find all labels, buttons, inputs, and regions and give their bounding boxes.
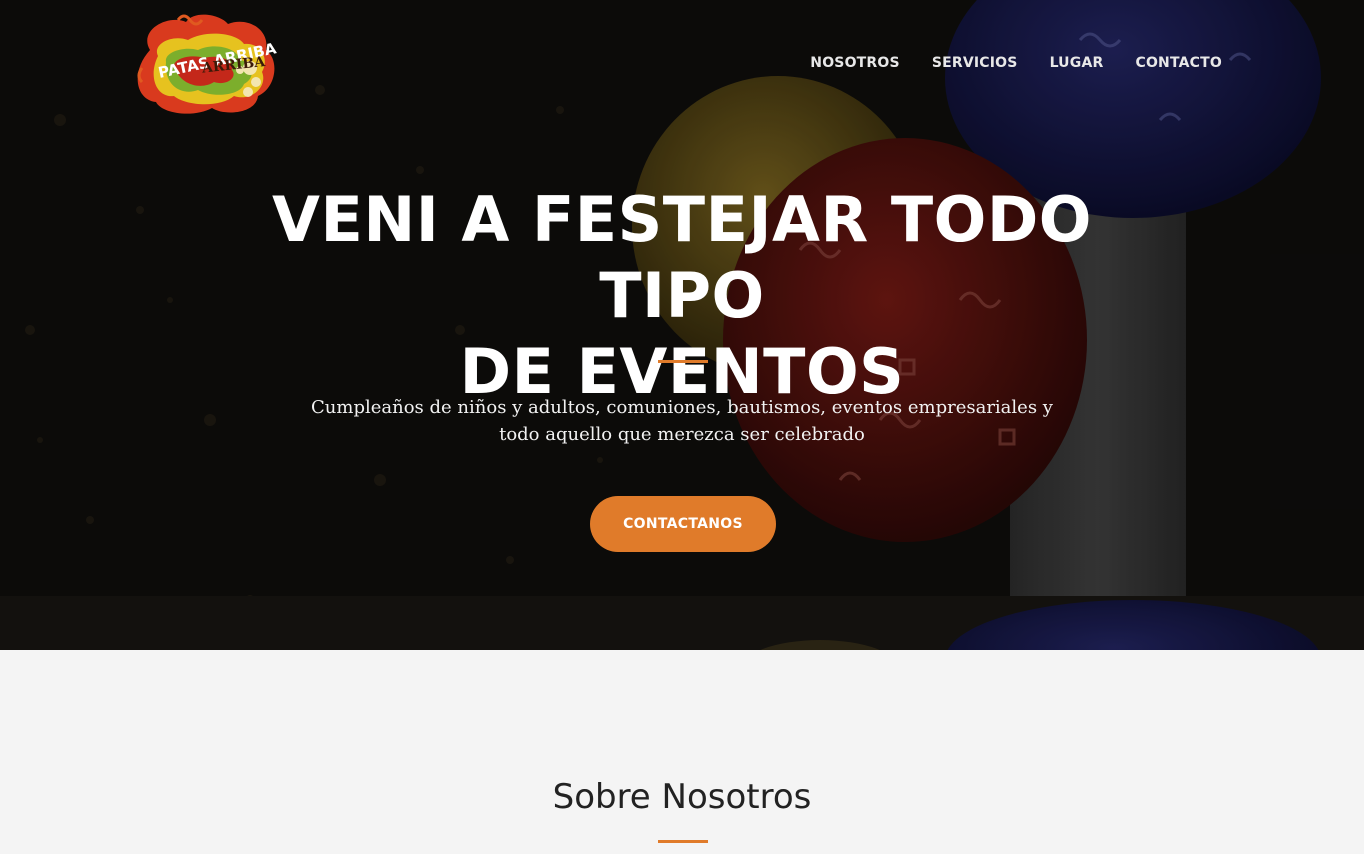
hero-subtitle-line-1: Cumpleaños de niños y adultos, comunione… bbox=[311, 397, 1053, 418]
brand-logo[interactable]: PATAS ARRIBA ARRIBA bbox=[128, 10, 280, 118]
hero-heading-line-1: VENI A FESTEJAR TODO TIPO bbox=[272, 183, 1092, 332]
nav-link-contacto[interactable]: CONTACTO bbox=[1135, 55, 1222, 71]
hero-section: PATAS ARRIBA ARRIBA NOSOTROS SERVICIOS L… bbox=[0, 0, 1364, 650]
hero-subtitle-line-2: todo aquello que merezca ser celebrado bbox=[499, 424, 865, 445]
nav-link-nosotros[interactable]: NOSOTROS bbox=[810, 55, 900, 71]
main-navigation: NOSOTROS SERVICIOS LUGAR CONTACTO bbox=[810, 55, 1222, 71]
contact-cta-button[interactable]: CONTACTANOS bbox=[590, 496, 776, 552]
hero-subtitle: Cumpleaños de niños y adultos, comunione… bbox=[300, 394, 1064, 448]
hero-divider bbox=[658, 360, 708, 363]
patas-arriba-logo-icon: PATAS ARRIBA ARRIBA bbox=[137, 14, 278, 114]
about-heading: Sobre Nosotros bbox=[552, 777, 812, 817]
nav-link-lugar[interactable]: LUGAR bbox=[1050, 55, 1104, 71]
nav-link-servicios[interactable]: SERVICIOS bbox=[932, 55, 1018, 71]
about-section: Sobre Nosotros bbox=[0, 650, 1364, 854]
hero-heading: VENI A FESTEJAR TODO TIPO DE EVENTOS bbox=[182, 182, 1182, 410]
about-divider bbox=[658, 840, 708, 843]
